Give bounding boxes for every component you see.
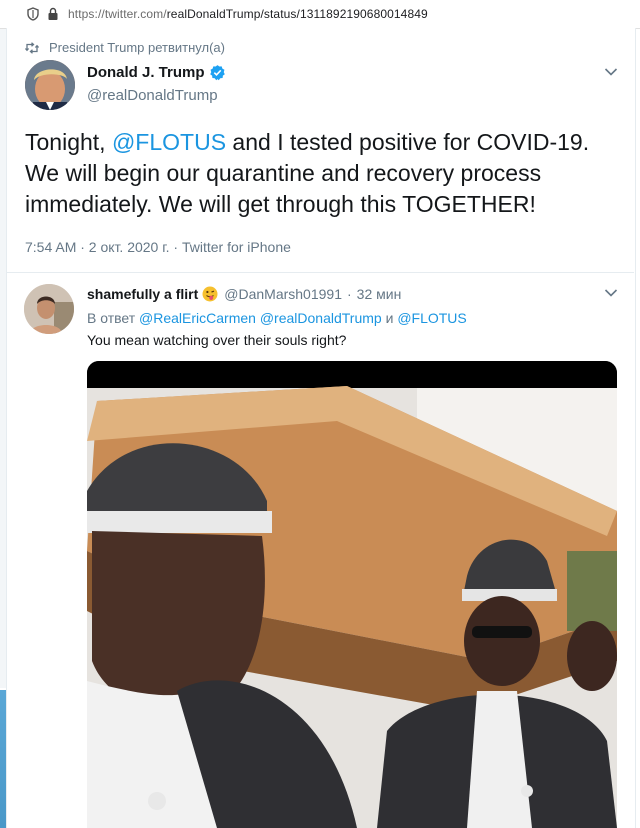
tweet-text: Tonight, @FLOTUS and I tested positive f…	[25, 127, 625, 220]
replying-mention-1[interactable]: @RealEricCarmen	[139, 310, 256, 326]
verified-badge-icon	[209, 65, 225, 81]
tweet-text-part1: Tonight,	[25, 129, 112, 155]
author-name[interactable]: Donald J. Trump	[87, 64, 205, 81]
url-text[interactable]: https://twitter.com/realDonaldTrump/stat…	[68, 7, 428, 21]
tweet-divider	[6, 272, 634, 273]
reply-author-avatar[interactable]	[24, 284, 74, 334]
reply-author-handle[interactable]: @DanMarsh01991	[224, 286, 342, 302]
url-prefix: https://twitter.com/	[68, 7, 167, 21]
retweet-label: President Trump ретвитнул(а)	[49, 40, 225, 55]
replying-and: и	[385, 310, 394, 326]
reply-separator: ·	[347, 286, 352, 302]
lock-icon[interactable]	[47, 7, 59, 21]
reply-author-name[interactable]: shamefully a flirt	[87, 286, 198, 302]
author-handle[interactable]: @realDonaldTrump	[87, 87, 218, 104]
reply-media-video[interactable]	[87, 361, 617, 828]
reply-avatar-image	[24, 284, 74, 334]
replying-prefix: В ответ	[87, 310, 136, 326]
reply-text: You mean watching over their souls right…	[87, 332, 347, 348]
reply-menu-chevron-icon[interactable]	[604, 288, 618, 298]
replying-to: В ответ @RealEricCarmen @realDonaldTrump…	[87, 310, 467, 326]
author-name-row[interactable]: Donald J. Trump	[87, 64, 226, 81]
author-avatar-image	[25, 60, 75, 110]
winking-tongue-emoji-icon	[202, 286, 218, 302]
url-path: realDonaldTrump/status/13118921906800148…	[166, 7, 428, 21]
retweet-icon	[25, 41, 39, 54]
reply-time[interactable]: 32 мин	[357, 286, 402, 302]
reply-header: shamefully a flirt @DanMarsh01991 · 32 м…	[87, 286, 401, 302]
replying-mention-2[interactable]: @realDonaldTrump	[260, 310, 382, 326]
media-frame	[87, 361, 617, 828]
tweet-menu-chevron-icon[interactable]	[604, 67, 618, 77]
retweet-context[interactable]: President Trump ретвитнул(а)	[25, 40, 225, 55]
shield-icon[interactable]	[27, 7, 39, 21]
tweet-timestamp[interactable]: 7:54 AM · 2 окт. 2020 г. · Twitter for i…	[25, 239, 291, 255]
author-avatar[interactable]	[25, 60, 75, 110]
tweet-mention-link[interactable]: @FLOTUS	[112, 129, 226, 155]
browser-address-bar[interactable]: https://twitter.com/realDonaldTrump/stat…	[0, 0, 640, 29]
replying-mention-3[interactable]: @FLOTUS	[397, 310, 466, 326]
